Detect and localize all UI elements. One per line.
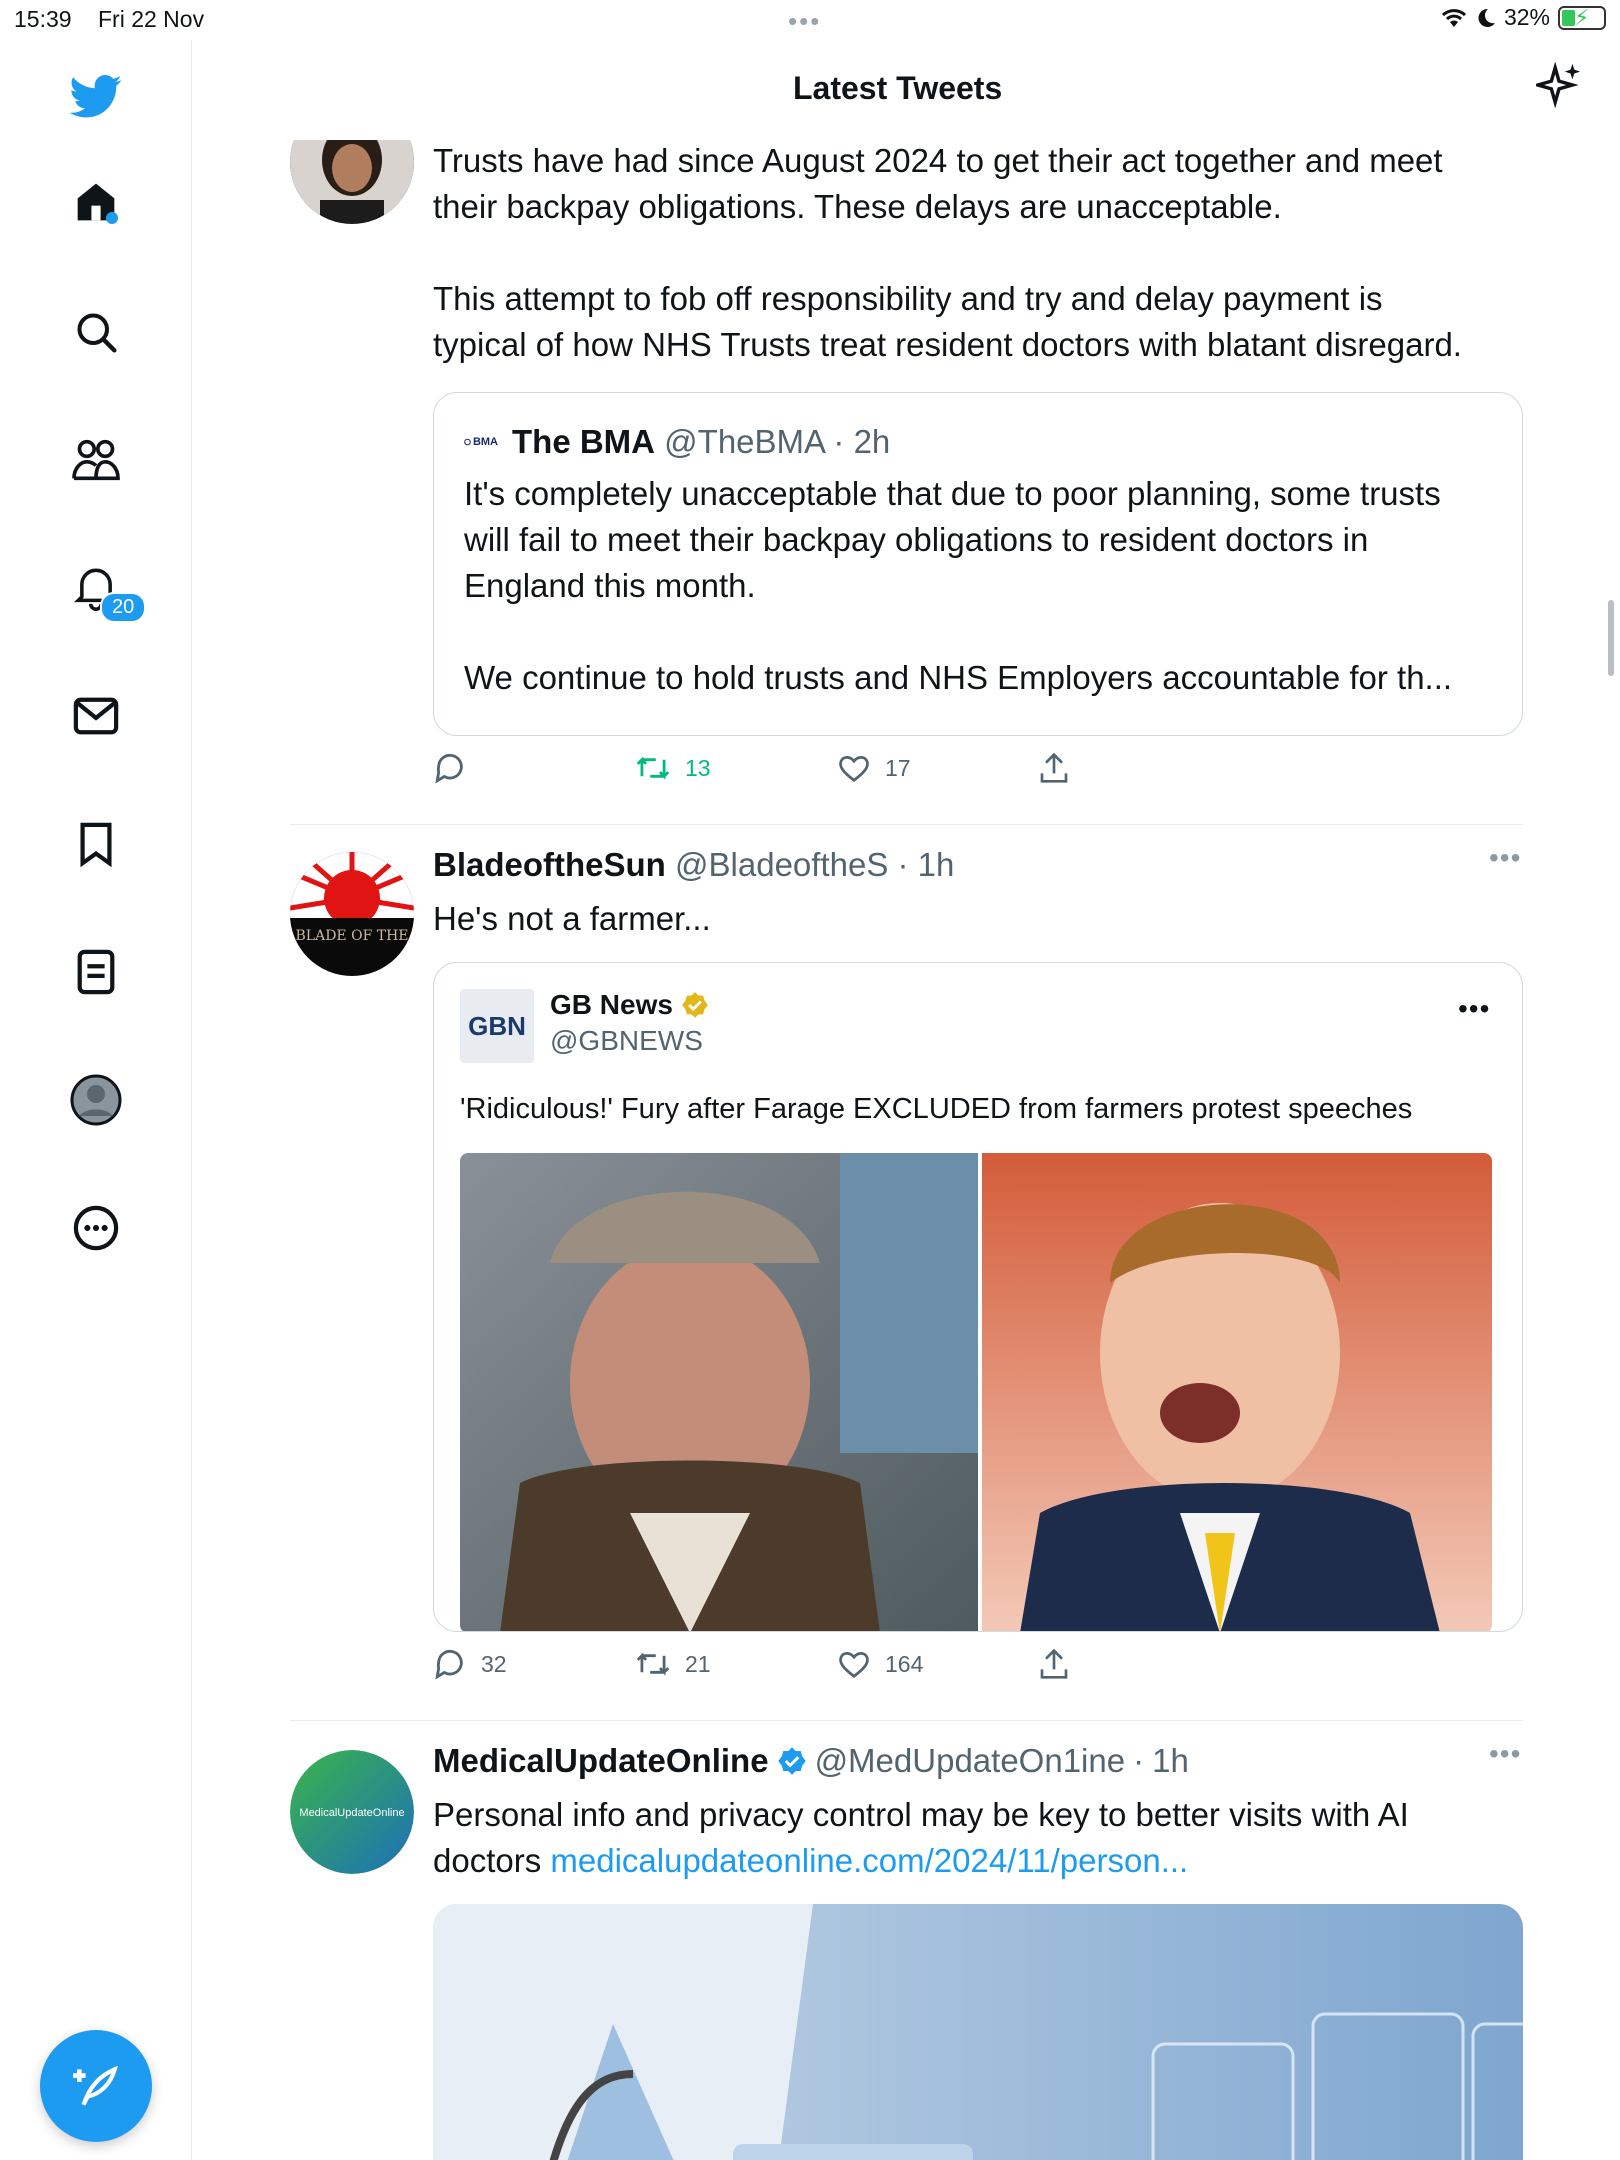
retweet-button[interactable]: 21	[635, 1648, 837, 1680]
timeline-switch-sparkle-icon[interactable]	[1531, 61, 1582, 113]
tweet-author-avatar[interactable]: BLADE OF THE	[290, 852, 414, 976]
profile-avatar-icon[interactable]	[66, 1070, 126, 1130]
quoted-tweet-image[interactable]	[460, 1153, 1492, 1631]
like-button[interactable]: 164	[837, 1648, 1039, 1680]
compose-feather-icon	[73, 2065, 118, 2106]
author-handle[interactable]: @MedUpdateOn1ine	[815, 1742, 1126, 1780]
tweet-text: He's not a farmer...	[433, 900, 711, 937]
like-button[interactable]: 17	[837, 752, 1039, 784]
tweet-divider	[290, 1720, 1523, 1721]
wifi-icon	[1441, 8, 1466, 27]
reply-icon	[435, 1649, 463, 1680]
quoted-tweet-text: It's completely unacceptable that due to…	[464, 475, 1453, 696]
tweet-author-row: BladeoftheSun @BladeoftheS · 1h	[433, 846, 955, 883]
share-icon	[1040, 752, 1068, 783]
gb-news-logo-icon: GBN	[460, 989, 534, 1063]
tweet-actions: 32 21 164	[433, 1648, 1241, 1680]
moon-icon	[1478, 8, 1495, 27]
quoted-tweet[interactable]: BMA The BMA @TheBMA · 2h It's completely…	[433, 392, 1523, 736]
tweet-media-image[interactable]	[433, 1904, 1523, 2160]
tweet-more-options-icon[interactable]: •••	[1489, 1738, 1521, 1770]
quoted-tweet-time: 2h	[853, 423, 891, 460]
notifications-badge: 20	[100, 592, 147, 623]
tweet-author-avatar[interactable]	[290, 140, 414, 224]
author-name[interactable]: MedicalUpdateOnline	[433, 1742, 769, 1780]
quoted-author-handle[interactable]: @GBNEWS	[550, 1025, 703, 1057]
home-unread-dot	[106, 212, 118, 224]
tweet-actions: 13 17	[433, 752, 1241, 784]
status-date: Fri 22 Nov	[98, 6, 205, 32]
tweet-time: 1h	[917, 846, 955, 883]
scrollbar[interactable]	[1608, 600, 1614, 676]
twitter-logo-icon[interactable]	[66, 67, 126, 127]
multitasking-dots-icon[interactable]: •••	[788, 6, 821, 37]
heart-icon	[839, 755, 869, 782]
tweet-more-options-icon[interactable]: •••	[1489, 842, 1521, 874]
tweet-text: Trusts have had since August 2024 to get…	[433, 142, 1462, 363]
timeline: Trusts have had since August 2024 to get…	[193, 140, 1620, 2160]
page-title: Latest Tweets	[793, 70, 1003, 106]
author-handle[interactable]: @BladeoftheS	[675, 846, 888, 883]
tweet-author-avatar[interactable]: MedicalUpdateOnline	[290, 1750, 414, 1874]
compose-tweet-button[interactable]	[40, 2030, 152, 2142]
status-time: 15:39	[14, 6, 72, 32]
quoted-more-options-icon[interactable]: •••	[1458, 993, 1490, 1025]
heart-icon	[839, 1651, 869, 1678]
retweet-icon	[636, 756, 670, 780]
status-right: 32% ⚡	[1440, 4, 1606, 31]
reply-button[interactable]	[433, 752, 635, 784]
svg-text:MedicalUpdateOnline: MedicalUpdateOnline	[299, 1807, 404, 1819]
battery-icon: ⚡	[1558, 5, 1606, 30]
quoted-author-name[interactable]: The BMA	[512, 423, 655, 460]
quoted-author-name[interactable]: GB News	[550, 989, 673, 1021]
reply-icon	[435, 753, 463, 784]
quoted-tweet[interactable]: GBN GB News @GBNEWS ••• 'Ridiculous!' Fu…	[433, 962, 1523, 1632]
battery-percent: 32%	[1503, 4, 1550, 30]
share-icon	[1040, 1648, 1068, 1679]
top-header: Latest Tweets	[193, 40, 1620, 140]
tweet-author-row: MedicalUpdateOnline @MedUpdateOn1ine · 1h	[433, 1742, 1189, 1780]
verified-gold-badge-icon	[682, 992, 708, 1018]
retweet-icon	[636, 1652, 670, 1676]
status-bar: 15:39 Fri 22 Nov ••• 32% ⚡	[0, 0, 1620, 40]
share-button[interactable]	[1039, 1648, 1241, 1680]
quoted-author-row: The BMA @TheBMA · 2h	[512, 423, 891, 460]
share-button[interactable]	[1039, 752, 1241, 784]
more-options-icon[interactable]	[66, 1198, 126, 1258]
reply-button[interactable]: 32	[433, 1648, 635, 1680]
verified-badge-icon	[777, 1747, 806, 1775]
quoted-author-handle[interactable]: @TheBMA	[664, 423, 824, 460]
messages-mail-icon[interactable]	[66, 686, 126, 746]
search-icon[interactable]	[66, 302, 126, 362]
tweet-divider	[290, 824, 1523, 825]
svg-text:BLADE OF THE: BLADE OF THE	[296, 928, 409, 944]
bma-logo-icon: BMA	[464, 433, 498, 451]
tweet-link[interactable]: medicalupdateonline.com/2024/11/person..…	[550, 1842, 1188, 1879]
retweet-button[interactable]: 13	[635, 752, 837, 784]
author-name[interactable]: BladeoftheSun	[433, 846, 666, 883]
quoted-author-name-row: GB News	[550, 989, 709, 1021]
quoted-tweet-text: 'Ridiculous!' Fury after Farage EXCLUDED…	[460, 1093, 1413, 1125]
sidebar: 20	[0, 40, 192, 2160]
communities-icon[interactable]	[66, 430, 126, 490]
home-icon[interactable]	[66, 172, 126, 232]
tweet-text: Personal info and privacy control may be…	[433, 1796, 1409, 1879]
tweet-time: 1h	[1152, 1742, 1189, 1779]
lists-icon[interactable]	[66, 942, 126, 1002]
bookmarks-icon[interactable]	[66, 814, 126, 874]
